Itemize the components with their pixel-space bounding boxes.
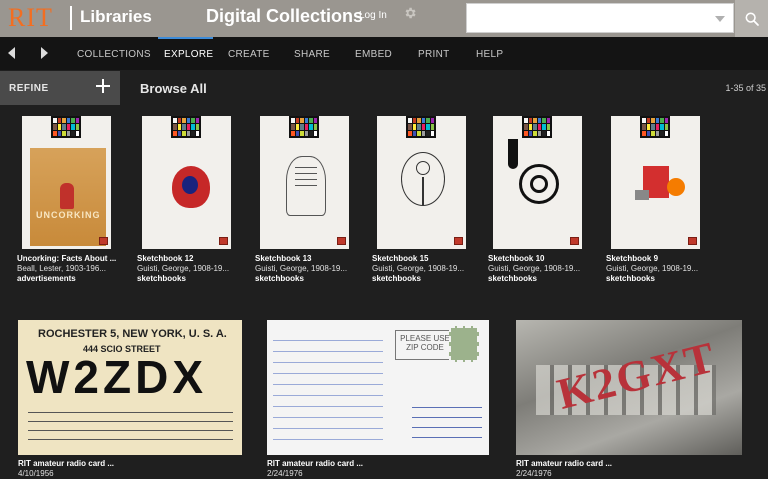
search-box <box>466 3 734 33</box>
postage-stamp <box>449 326 479 362</box>
item-creator: Guisti, George, 1908-19... <box>606 264 699 273</box>
grid-item[interactable]: K2GXT RIT amateur radio card ... 2/24/19… <box>516 320 742 478</box>
compound-object-icon <box>99 237 108 245</box>
color-calibration-card <box>289 116 319 138</box>
libraries-logo[interactable]: Libraries <box>80 7 152 27</box>
thumbnail-image[interactable]: UNCORKING <box>22 116 111 249</box>
search-button[interactable] <box>735 0 768 37</box>
grid-item[interactable]: ROCHESTER 5, NEW YORK, U. S. A. 444 SCIO… <box>18 320 242 478</box>
item-date: 2/24/1976 <box>267 469 303 478</box>
qsl-card-thumbnail[interactable]: ROCHESTER 5, NEW YORK, U. S. A. 444 SCIO… <box>18 320 242 455</box>
login-link[interactable]: Log In <box>359 10 387 21</box>
zip-code-stamp: PLEASE USE ZIP CODE <box>395 330 455 360</box>
item-title[interactable]: Sketchbook 12 <box>137 254 193 263</box>
address-lines <box>412 398 482 438</box>
item-title[interactable]: RIT amateur radio card ... <box>516 459 612 468</box>
item-title[interactable]: Uncorking: Facts About ... <box>17 254 116 263</box>
grid-item[interactable]: Sketchbook 15 Guisti, George, 1908-19... s… <box>372 116 477 284</box>
grid-item[interactable]: Sketchbook 10 Guisti, George, 1908-19... s… <box>488 116 593 284</box>
compound-object-icon <box>570 237 579 245</box>
item-type: sketchbooks <box>488 274 537 283</box>
thumbnail-image[interactable] <box>611 116 700 249</box>
color-calibration-card <box>406 116 436 138</box>
gear-icon[interactable] <box>403 6 417 20</box>
plus-icon[interactable] <box>96 79 110 93</box>
thumbnail-image[interactable] <box>260 116 349 249</box>
grid-item[interactable]: Sketchbook 12 Guisti, George, 1908-19... s… <box>137 116 242 284</box>
item-title[interactable]: RIT amateur radio card ... <box>18 459 114 468</box>
thumbnail-image[interactable] <box>377 116 466 249</box>
compound-object-icon <box>219 237 228 245</box>
search-input[interactable] <box>467 4 707 32</box>
qsl-handwritten-lines <box>28 404 233 450</box>
item-creator: Guisti, George, 1908-19... <box>372 264 465 273</box>
nav-share[interactable]: SHARE <box>294 49 330 60</box>
prev-arrow-icon[interactable] <box>8 47 15 59</box>
refine-panel-toggle[interactable]: REFINE <box>0 71 120 105</box>
main-nav: COLLECTIONS EXPLORE CREATE SHARE EMBED P… <box>0 37 768 70</box>
nav-help[interactable]: HELP <box>476 49 503 60</box>
grid-item[interactable]: PLEASE USE ZIP CODE RIT amateur radio ca… <box>267 320 489 478</box>
item-title[interactable]: Sketchbook 9 <box>606 254 658 263</box>
compound-object-icon <box>688 237 697 245</box>
qsl-card-thumbnail[interactable]: K2GXT <box>516 320 742 455</box>
search-dropdown-icon[interactable] <box>715 16 725 22</box>
nav-print[interactable]: PRINT <box>418 49 450 60</box>
item-creator: Guisti, George, 1908-19... <box>255 264 348 273</box>
thumbnail-image[interactable] <box>142 116 231 249</box>
color-calibration-card <box>51 116 81 138</box>
browse-title: Browse All <box>140 81 207 96</box>
nav-create[interactable]: CREATE <box>228 49 270 60</box>
item-type: sketchbooks <box>372 274 421 283</box>
item-type: advertisements <box>17 274 76 283</box>
active-tab-indicator <box>158 37 213 39</box>
thumbnail-image[interactable] <box>493 116 582 249</box>
qsl-callsign: W2ZDX <box>26 351 207 403</box>
grid-item[interactable]: Sketchbook 13 Guisti, George, 1908-19... s… <box>255 116 360 284</box>
item-date: 4/10/1956 <box>18 469 54 478</box>
top-header: RIT Libraries Digital Collections Log In <box>0 0 768 37</box>
nav-embed[interactable]: EMBED <box>355 49 392 60</box>
site-title[interactable]: Digital Collections <box>206 6 363 27</box>
compound-object-icon <box>337 237 346 245</box>
color-calibration-card <box>522 116 552 138</box>
result-count: 1-35 of 35 <box>725 83 766 93</box>
cover-art: UNCORKING <box>30 148 106 246</box>
item-title[interactable]: Sketchbook 13 <box>255 254 311 263</box>
color-calibration-card <box>171 116 201 138</box>
rit-logo[interactable]: RIT <box>8 3 53 33</box>
liberty-sketch <box>286 156 326 216</box>
qsl-card-thumbnail[interactable]: PLEASE USE ZIP CODE <box>267 320 489 455</box>
refine-label: REFINE <box>9 83 49 94</box>
nav-collections[interactable]: COLLECTIONS <box>77 49 151 60</box>
search-icon <box>745 12 759 26</box>
color-calibration-card <box>640 116 670 138</box>
item-creator: Beall, Lester, 1903-196... <box>17 264 106 273</box>
item-type: sketchbooks <box>255 274 304 283</box>
spiral-sketch <box>508 139 559 204</box>
item-type: sketchbooks <box>606 274 655 283</box>
heart-drawing <box>172 166 210 208</box>
item-date: 2/24/1976 <box>516 469 552 478</box>
item-title[interactable]: Sketchbook 15 <box>372 254 428 263</box>
item-creator: Guisti, George, 1908-19... <box>137 264 230 273</box>
qsl-text-block <box>273 330 383 440</box>
logo-divider <box>70 6 72 30</box>
item-type: sketchbooks <box>137 274 186 283</box>
item-title[interactable]: Sketchbook 10 <box>488 254 544 263</box>
item-creator: Guisti, George, 1908-19... <box>488 264 581 273</box>
next-arrow-icon[interactable] <box>41 47 48 59</box>
face-sketch <box>401 152 445 206</box>
qsl-address-line1: ROCHESTER 5, NEW YORK, U. S. A. <box>38 328 227 340</box>
nav-explore[interactable]: EXPLORE <box>164 49 213 60</box>
grid-item[interactable]: Sketchbook 9 Guisti, George, 1908-19... sk… <box>606 116 711 284</box>
grid-item[interactable]: UNCORKING Uncorking: Facts About ... Beall… <box>17 116 122 284</box>
compound-object-icon <box>454 237 463 245</box>
item-title[interactable]: RIT amateur radio card ... <box>267 459 363 468</box>
